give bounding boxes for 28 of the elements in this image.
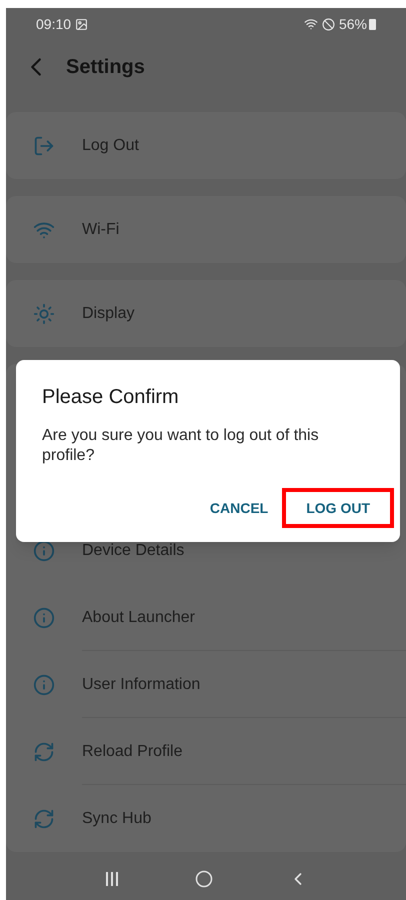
battery-percent: 56% bbox=[338, 14, 367, 34]
wifi-status-icon bbox=[304, 17, 318, 31]
dialog-button[interactable]: LOG OUT bbox=[282, 488, 394, 528]
do-not-disturb-icon bbox=[322, 18, 335, 30]
menu-item-label[interactable]: Log Out bbox=[82, 134, 139, 158]
battery-icon bbox=[369, 18, 376, 30]
gallery-icon bbox=[75, 18, 88, 30]
menu-item-label[interactable]: About Launcher bbox=[82, 606, 195, 630]
page-title: Settings bbox=[66, 55, 145, 80]
menu-item-label[interactable]: Display bbox=[82, 302, 134, 326]
menu-item-label[interactable]: User Information bbox=[82, 672, 200, 696]
refresh-icon bbox=[33, 808, 55, 830]
status-time: 09:10 bbox=[36, 14, 72, 34]
recent-apps-icon[interactable] bbox=[104, 871, 120, 887]
dialog-button[interactable]: CANCEL bbox=[198, 488, 280, 528]
info-icon bbox=[33, 540, 55, 562]
menu-item-label[interactable]: Wi-Fi bbox=[82, 218, 120, 242]
dialog-title: Please Confirm bbox=[42, 385, 180, 410]
menu-item-label[interactable]: Reload Profile bbox=[82, 740, 182, 764]
info-icon bbox=[33, 606, 55, 628]
dialog-message: Are you sure you want to log out of this profile? bbox=[42, 426, 320, 466]
refresh-icon bbox=[33, 740, 55, 762]
menu-item-label[interactable]: Device Details bbox=[82, 538, 184, 562]
menu-item-label[interactable]: Sync Hub bbox=[82, 806, 152, 830]
sun-icon bbox=[33, 302, 55, 324]
home-icon[interactable] bbox=[194, 870, 213, 888]
info-icon bbox=[33, 674, 55, 696]
logout-icon bbox=[33, 134, 55, 156]
